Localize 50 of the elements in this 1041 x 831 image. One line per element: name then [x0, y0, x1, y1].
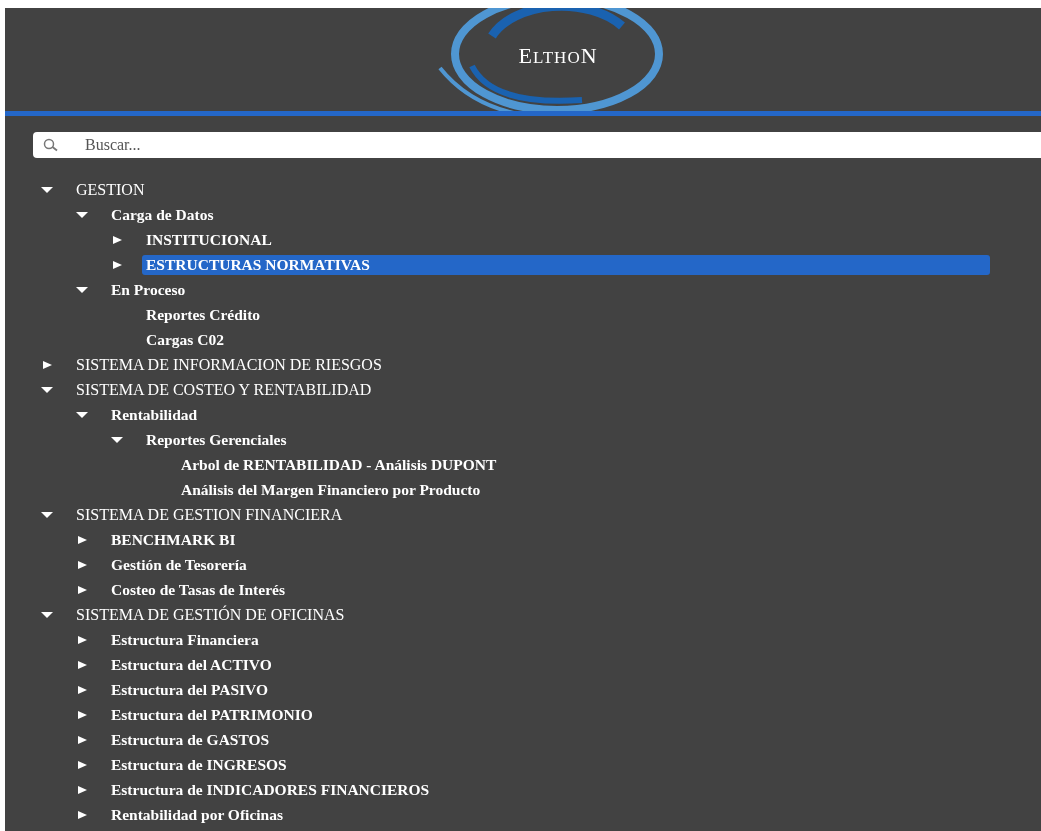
caret-down-icon[interactable] — [75, 209, 89, 220]
tree-item[interactable]: Estructura del PASIVO — [107, 679, 272, 700]
tree-item[interactable]: En Proceso — [107, 279, 190, 300]
caret-down-icon[interactable] — [75, 284, 89, 295]
tree-item[interactable]: Rentabilidad — [107, 404, 202, 425]
tree-item[interactable]: Estructura de INGRESOS — [107, 754, 291, 775]
caret-down-icon[interactable] — [40, 609, 54, 620]
tree-item[interactable]: Cargas C02 — [142, 329, 228, 350]
caret-right-icon[interactable] — [75, 534, 89, 545]
tree-item[interactable]: Estructura del PATRIMONIO — [107, 704, 317, 725]
tree-item[interactable]: Rentabilidad por Oficinas — [107, 804, 287, 825]
logo-text: ELTHON — [517, 43, 599, 69]
tree-item[interactable]: SISTEMA DE GESTION FINANCIERA — [72, 504, 347, 525]
tree-item[interactable]: GESTION — [72, 179, 149, 200]
caret-right-icon[interactable] — [75, 684, 89, 695]
tree-item[interactable]: Estructura del ACTIVO — [107, 654, 276, 675]
tree-item[interactable]: BENCHMARK BI — [107, 529, 240, 550]
tree-item[interactable]: Estructura de GASTOS — [107, 729, 274, 750]
caret-down-icon[interactable] — [40, 509, 54, 520]
tree-item[interactable]: ESTRUCTURAS NORMATIVAS — [142, 254, 990, 275]
tree-item[interactable]: Estructura Financiera — [107, 629, 263, 650]
caret-down-icon[interactable] — [75, 409, 89, 420]
tree-item[interactable]: Arbol de RENTABILIDAD - Análisis DUPONT — [177, 454, 501, 475]
tree-item[interactable]: Estructura de INDICADORES FINANCIEROS — [107, 779, 434, 800]
tree-item[interactable]: SISTEMA DE INFORMACION DE RIESGOS — [72, 354, 386, 375]
caret-right-icon[interactable] — [75, 759, 89, 770]
caret-right-icon[interactable] — [110, 234, 124, 245]
tree-item[interactable]: INSTITUCIONAL — [142, 229, 276, 250]
caret-right-icon[interactable] — [75, 634, 89, 645]
tree-item[interactable]: SISTEMA DE COSTEO Y RENTABILIDAD — [72, 379, 376, 400]
caret-right-icon[interactable] — [75, 659, 89, 670]
caret-right-icon[interactable] — [40, 359, 54, 370]
tree-item[interactable]: Reportes Crédito — [142, 304, 265, 325]
caret-down-icon[interactable] — [40, 184, 54, 195]
caret-right-icon[interactable] — [75, 784, 89, 795]
tree-item[interactable]: Gestión de Tesorería — [107, 554, 251, 575]
caret-down-icon[interactable] — [110, 434, 124, 445]
caret-right-icon[interactable] — [75, 584, 89, 595]
caret-right-icon[interactable] — [75, 559, 89, 570]
caret-right-icon[interactable] — [75, 809, 89, 820]
caret-right-icon[interactable] — [75, 709, 89, 720]
tree-item[interactable]: Análisis del Margen Financiero por Producto — [177, 479, 485, 500]
tree-item[interactable]: Costeo de Tasas de Interés — [107, 579, 289, 600]
search-field[interactable]: Buscar... — [33, 132, 1041, 158]
caret-right-icon[interactable] — [110, 259, 124, 270]
tree-item[interactable]: SISTEMA DE GESTIÓN DE OFICINAS — [72, 604, 349, 625]
tree-item[interactable]: Carga de Datos — [107, 204, 218, 225]
caret-right-icon[interactable] — [75, 734, 89, 745]
caret-down-icon[interactable] — [40, 384, 54, 395]
tree-item[interactable]: Reportes Gerenciales — [142, 429, 291, 450]
